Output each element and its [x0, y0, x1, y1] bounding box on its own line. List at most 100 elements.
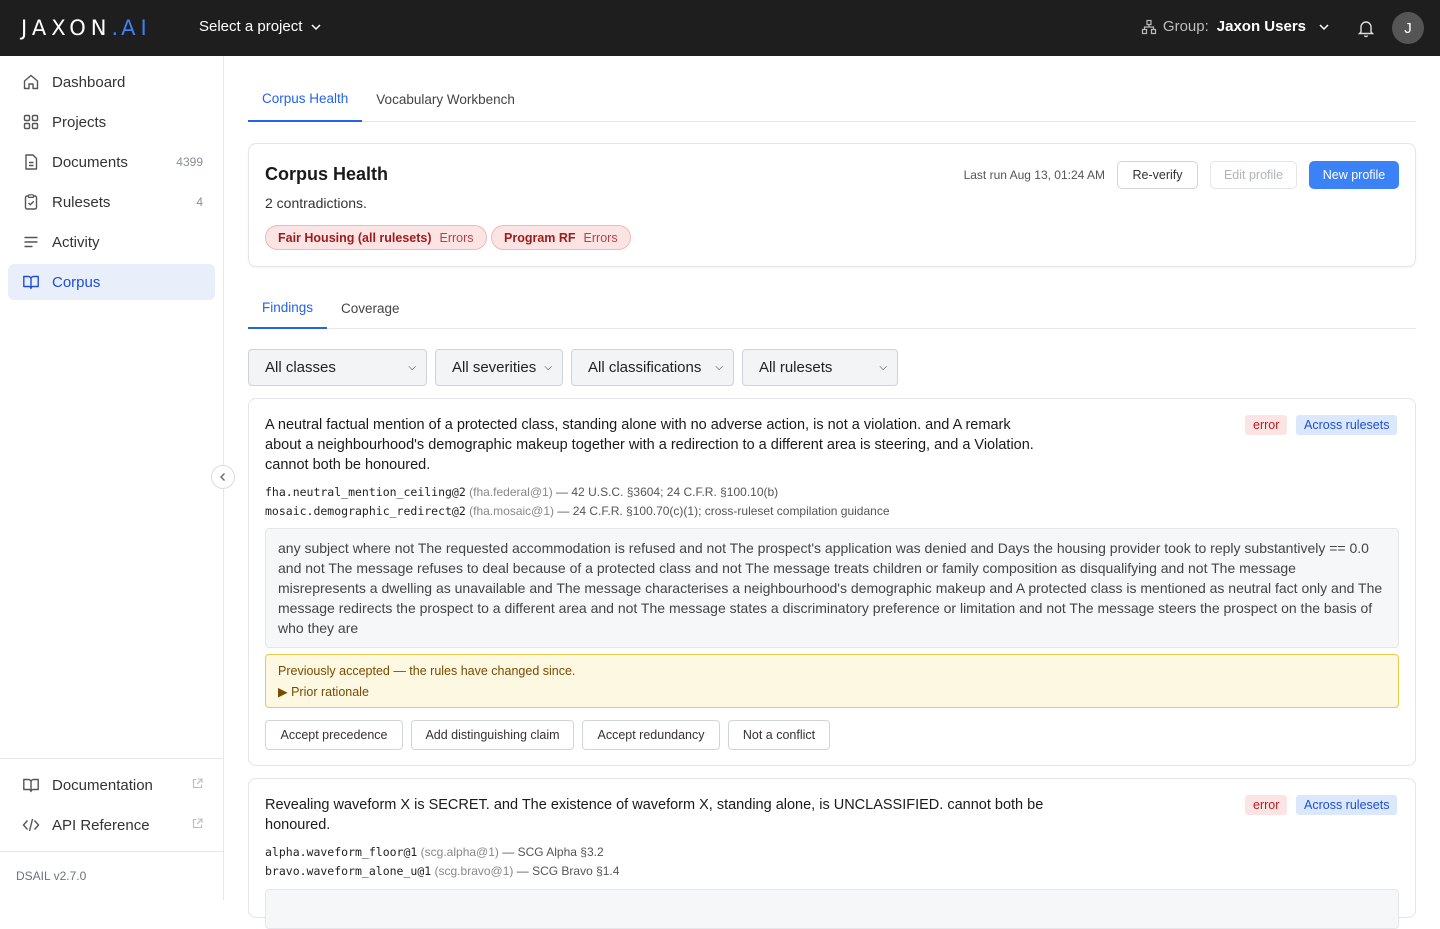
accept-precedence-button[interactable]: Accept precedence	[265, 720, 403, 750]
sidebar-item-label: Dashboard	[52, 73, 126, 91]
collapse-sidebar-button[interactable]	[211, 465, 235, 489]
notifications-bell-icon[interactable]	[1356, 18, 1376, 38]
stale-acceptance-warning: Previously accepted — the rules have cha…	[265, 654, 1399, 708]
rule-source: (fha.federal@1)	[469, 485, 553, 499]
class-filter-select[interactable]: All classes ⌵	[248, 349, 427, 386]
tab-coverage[interactable]: Coverage	[327, 287, 414, 329]
sidebar-item-dashboard[interactable]: Dashboard	[8, 64, 215, 100]
org-chart-icon	[1141, 19, 1157, 34]
sidebar: Dashboard Projects Documents 4399 Rulese…	[0, 56, 224, 900]
rule-citation: — 42 U.S.C. §3604; 24 C.F.R. §100.10(b)	[556, 485, 779, 499]
external-link-icon	[192, 818, 203, 832]
sidebar-item-activity[interactable]: Activity	[8, 224, 215, 260]
book-icon	[22, 776, 40, 794]
sidebar-item-corpus[interactable]: Corpus	[8, 264, 215, 300]
reverify-button[interactable]: Re-verify	[1117, 161, 1198, 189]
chevron-down-icon: ⌵	[715, 362, 723, 373]
classification-filter-select[interactable]: All classifications ⌵	[571, 349, 734, 386]
project-select[interactable]: Select a project	[199, 18, 322, 35]
sidebar-item-label: Activity	[52, 233, 100, 251]
sidebar-item-documents[interactable]: Documents 4399	[8, 144, 215, 180]
accept-redundancy-button[interactable]: Accept redundancy	[582, 720, 720, 750]
rule-id: mosaic.demographic_redirect@2	[265, 504, 466, 518]
grid-icon	[22, 113, 40, 131]
chevron-left-icon	[220, 473, 225, 481]
top-bar: JAXON. AI Select a project Group: Jaxon U…	[0, 0, 1440, 56]
edit-profile-button[interactable]: Edit profile	[1210, 161, 1297, 189]
scope-badge: Across rulesets	[1296, 415, 1398, 435]
severity-badge: error	[1245, 415, 1288, 435]
tab-vocabulary-workbench[interactable]: Vocabulary Workbench	[362, 76, 529, 122]
app-version: DSAIL v2.7.0	[16, 869, 87, 883]
clipboard-check-icon	[22, 193, 40, 211]
sidebar-item-projects[interactable]: Projects	[8, 104, 215, 140]
tab-corpus-health[interactable]: Corpus Health	[248, 76, 363, 122]
external-link-icon	[192, 778, 203, 792]
select-value: All classes	[265, 359, 336, 376]
main-tabs: Corpus Health Vocabulary Workbench	[248, 76, 1416, 122]
home-icon	[22, 73, 40, 91]
sidebar-link-api-reference[interactable]: API Reference	[8, 807, 215, 843]
group-selector[interactable]: Group: Jaxon Users	[1141, 18, 1330, 35]
rule-citation: — SCG Alpha §3.2	[502, 845, 604, 859]
sidebar-item-label: Projects	[52, 113, 107, 131]
new-profile-button[interactable]: New profile	[1309, 161, 1399, 189]
chevron-down-icon	[311, 23, 321, 30]
book-icon	[22, 273, 40, 291]
chevron-down-icon	[1319, 23, 1329, 30]
rulesets-count: 4	[196, 195, 203, 209]
finding-title: A neutral factual mention of a protected…	[265, 417, 1034, 473]
code-icon	[22, 816, 40, 834]
sidebar-item-rulesets[interactable]: Rulesets 4	[8, 184, 215, 220]
severity-filter-select[interactable]: All severities ⌵	[435, 349, 563, 386]
chevron-down-icon: ⌵	[408, 362, 416, 373]
sidebar-link-label: API Reference	[52, 816, 150, 834]
tab-findings[interactable]: Findings	[248, 287, 328, 329]
health-title: Corpus Health	[265, 164, 389, 184]
chevron-down-icon: ⌵	[879, 362, 887, 373]
rule-source: (scg.alpha@1)	[420, 845, 499, 859]
finding-title: Revealing waveform X is SECRET. and The …	[265, 797, 1044, 833]
warning-text: Previously accepted — the rules have cha…	[278, 664, 576, 678]
sidebar-link-label: Documentation	[52, 776, 153, 794]
conflict-condition	[265, 889, 1399, 929]
rule-citation: — 24 C.F.R. §100.70(c)(1); cross-ruleset…	[557, 504, 890, 518]
select-value: All classifications	[588, 359, 702, 376]
status-pill-fair-housing[interactable]: Fair Housing (all rulesets) Errors	[265, 225, 487, 250]
severity-badge: error	[1245, 795, 1288, 815]
select-value: All severities	[452, 359, 537, 376]
prior-rationale-toggle[interactable]: ▶ Prior rationale	[278, 684, 369, 699]
pill-status: Errors	[583, 230, 618, 245]
jaxon-logo[interactable]: JAXON. AI	[21, 16, 152, 40]
pill-name: Fair Housing (all rulesets)	[278, 230, 432, 245]
avatar-initial: J	[1404, 19, 1412, 37]
group-name: Jaxon Users	[1216, 18, 1306, 35]
conflict-condition: any subject where not The requested acco…	[265, 528, 1399, 648]
finding-card: A neutral factual mention of a protected…	[248, 398, 1416, 766]
rule-source: (fha.mosaic@1)	[469, 504, 555, 518]
sidebar-link-documentation[interactable]: Documentation	[8, 767, 215, 803]
select-value: All rulesets	[759, 359, 833, 376]
sidebar-item-label: Corpus	[52, 273, 101, 291]
rule-citation: — SCG Bravo §1.4	[516, 864, 620, 878]
sidebar-item-label: Documents	[52, 153, 128, 171]
finding-card: Revealing waveform X is SECRET. and The …	[248, 778, 1416, 929]
ruleset-filter-select[interactable]: All rulesets ⌵	[742, 349, 898, 386]
rule-reference: alpha.waveform_floor@1 (scg.alpha@1) — S…	[265, 845, 604, 859]
health-subtitle: 2 contradictions.	[265, 195, 367, 211]
pill-status: Errors	[439, 230, 474, 245]
sidebar-item-label: Rulesets	[52, 193, 111, 211]
findings-tabs: Findings Coverage	[248, 287, 1416, 329]
document-icon	[22, 153, 40, 171]
rule-id: fha.neutral_mention_ceiling@2	[265, 485, 466, 499]
rule-id: alpha.waveform_floor@1	[265, 845, 418, 859]
logo-text: JAXON	[21, 16, 112, 40]
add-distinguishing-claim-button[interactable]: Add distinguishing claim	[411, 720, 574, 750]
last-run-timestamp: Last run Aug 13, 01:24 AM	[963, 168, 1105, 182]
logo-dot: .	[111, 16, 119, 40]
status-pill-program-rf[interactable]: Program RF Errors	[491, 225, 631, 250]
avatar[interactable]: J	[1392, 12, 1424, 44]
not-a-conflict-button[interactable]: Not a conflict	[728, 720, 830, 750]
chevron-down-icon: ⌵	[544, 362, 552, 373]
rule-reference: fha.neutral_mention_ceiling@2 (fha.feder…	[265, 485, 778, 499]
